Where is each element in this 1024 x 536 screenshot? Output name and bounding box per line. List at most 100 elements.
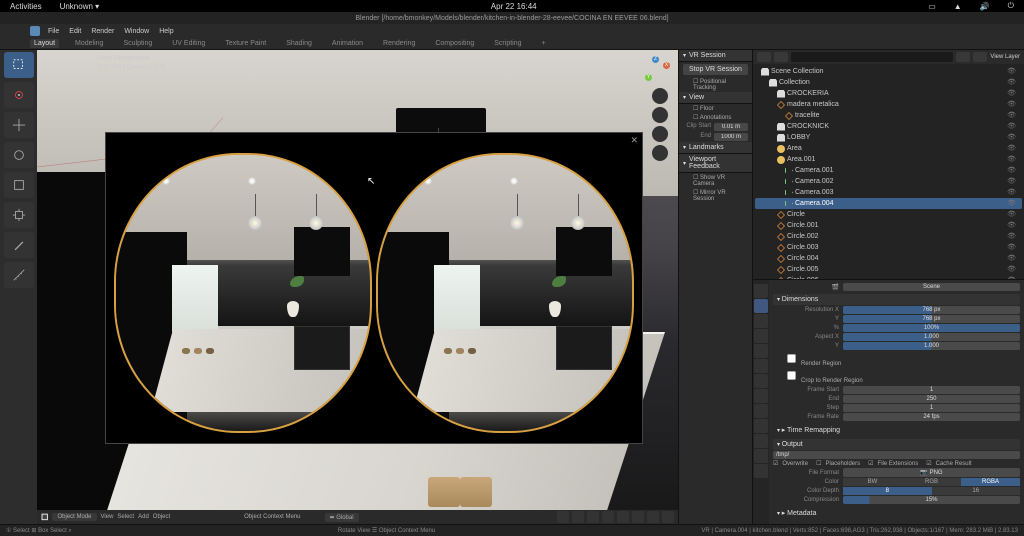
tool-cursor[interactable] xyxy=(4,82,34,108)
tab-anim[interactable]: Animation xyxy=(328,39,367,48)
ptab-texture[interactable] xyxy=(754,464,768,478)
vr-mirror-window[interactable]: ✕ xyxy=(105,132,643,444)
ptab-scene[interactable] xyxy=(754,329,768,343)
landmarks-header[interactable]: Landmarks xyxy=(679,142,752,154)
proportional-icon[interactable] xyxy=(572,511,584,523)
tab-uv[interactable]: UV Editing xyxy=(168,39,209,48)
menu-window[interactable]: Window xyxy=(124,28,149,35)
filter-icon[interactable] xyxy=(956,52,970,62)
tab-comp[interactable]: Compositing xyxy=(431,39,478,48)
cache-check[interactable]: ☑ xyxy=(926,460,931,467)
nav-gizmo[interactable]: ZXY xyxy=(642,56,670,84)
zoom-icon[interactable] xyxy=(652,88,668,104)
menu-help[interactable]: Help xyxy=(159,28,173,35)
fileext-check[interactable]: ☑ xyxy=(868,460,873,467)
aspy-input[interactable]: 1.000 xyxy=(843,342,1020,350)
color-toggle[interactable]: BWRGBRGBA xyxy=(843,478,1020,486)
tool-measure[interactable] xyxy=(4,262,34,288)
shading-matpreview-icon[interactable] xyxy=(647,511,659,523)
ptab-world[interactable] xyxy=(754,344,768,358)
persp-icon[interactable] xyxy=(652,145,668,161)
tree-node-circle[interactable]: Circle👁 xyxy=(755,209,1022,220)
placeholders-check[interactable]: ☐ xyxy=(816,460,821,467)
ptab-material[interactable] xyxy=(754,449,768,463)
tree-node-madera-metalica[interactable]: madera metalica👁 xyxy=(755,99,1022,110)
ptab-data[interactable] xyxy=(754,434,768,448)
clock[interactable]: Apr 22 16:44 xyxy=(491,2,537,11)
floor-check[interactable]: Floor xyxy=(679,104,752,113)
tree-node-circle-002[interactable]: Circle.002👁 xyxy=(755,231,1022,242)
fmt-select[interactable]: 📷 PNG xyxy=(843,468,1020,477)
activities[interactable]: Activities xyxy=(10,2,42,11)
xray-icon[interactable] xyxy=(602,511,614,523)
tab-script[interactable]: Scripting xyxy=(490,39,525,48)
volume-icon[interactable]: 🔊 xyxy=(980,2,990,11)
tree-node-camera-001[interactable]: Camera.001👁 xyxy=(755,165,1022,176)
show-vr-camera-check[interactable]: Show VR Camera xyxy=(679,173,752,188)
editor-type-icon[interactable] xyxy=(757,52,771,62)
annotations-check[interactable]: Annotations xyxy=(679,113,752,122)
orientation-select[interactable]: ⬌ Global xyxy=(325,513,359,522)
tool-annotate[interactable] xyxy=(4,232,34,258)
vr-view-header[interactable]: View xyxy=(679,92,752,104)
frate-input[interactable]: 24 fps xyxy=(843,413,1020,421)
depth-toggle[interactable]: 816 xyxy=(843,487,1020,495)
tab-texpaint[interactable]: Texture Paint xyxy=(221,39,270,48)
viewport-3d[interactable]: User Perspective (51) VR | Camera.004 ZX… xyxy=(37,50,678,536)
output-header[interactable]: Output xyxy=(773,439,1020,450)
menu-edit[interactable]: Edit xyxy=(69,28,81,35)
scene-name[interactable]: Scene xyxy=(843,283,1020,291)
ptab-constraint[interactable] xyxy=(754,419,768,433)
menu-object[interactable]: Object xyxy=(153,514,170,520)
tree-node-circle-005[interactable]: Circle.005👁 xyxy=(755,264,1022,275)
aspx-input[interactable]: 1.000 xyxy=(843,333,1020,341)
tab-sculpting[interactable]: Sculpting xyxy=(119,39,156,48)
tool-scale[interactable] xyxy=(4,172,34,198)
tree-node-area[interactable]: Area👁 xyxy=(755,143,1022,154)
tree-node-camera-004[interactable]: Camera.004👁 xyxy=(755,198,1022,209)
tool-select-box[interactable] xyxy=(4,52,34,78)
menu-file[interactable]: File xyxy=(48,28,59,35)
tree-node-tracelite[interactable]: tracelite👁 xyxy=(755,110,1022,121)
shading-rendered-icon[interactable] xyxy=(662,511,674,523)
comp-slider[interactable]: 15% xyxy=(843,496,1020,504)
tree-node-collection[interactable]: Collection👁 xyxy=(755,77,1022,88)
view-layer-label[interactable]: View Layer xyxy=(990,54,1020,60)
tree-node-circle-001[interactable]: Circle.001👁 xyxy=(755,220,1022,231)
ptab-output[interactable] xyxy=(754,299,768,313)
tool-rotate[interactable] xyxy=(4,142,34,168)
shading-wire-icon[interactable] xyxy=(617,511,629,523)
camera-icon[interactable] xyxy=(652,126,668,142)
ptab-modifier[interactable] xyxy=(754,374,768,388)
vr-session-header[interactable]: VR Session xyxy=(679,50,752,62)
time-remap-header[interactable]: ▸ Time Remapping xyxy=(773,424,1020,436)
menu-add[interactable]: Add xyxy=(138,514,149,520)
menu-render[interactable]: Render xyxy=(91,28,114,35)
dims-header[interactable]: Dimensions xyxy=(773,294,1020,305)
resy-input[interactable]: 768 px xyxy=(843,315,1020,323)
display-mode-icon[interactable] xyxy=(774,52,788,62)
tree-node-area-001[interactable]: Area.001👁 xyxy=(755,154,1022,165)
outliner-tree[interactable]: Scene Collection👁Collection👁CROCKERIA👁ma… xyxy=(753,64,1024,279)
shading-solid-icon[interactable] xyxy=(632,511,644,523)
app-menu[interactable]: Unknown ▾ xyxy=(60,2,100,11)
clip-start-input[interactable] xyxy=(714,123,748,131)
power-icon[interactable]: ⏻ xyxy=(1008,1,1014,11)
mode-select[interactable]: Object Mode xyxy=(52,513,96,521)
overlay-icon[interactable] xyxy=(587,511,599,523)
tree-node-scene-collection[interactable]: Scene Collection👁 xyxy=(755,66,1022,77)
tool-transform[interactable] xyxy=(4,202,34,228)
tree-node-circle-003[interactable]: Circle.003👁 xyxy=(755,242,1022,253)
tab-shading[interactable]: Shading xyxy=(282,39,316,48)
tab-layout[interactable]: Layout xyxy=(30,39,59,48)
crop-check[interactable]: Crop to Render Region xyxy=(773,368,1020,385)
render-region-check[interactable]: Render Region xyxy=(773,351,1020,368)
ptab-viewlayer[interactable] xyxy=(754,314,768,328)
overwrite-check[interactable]: ☑ xyxy=(773,460,778,467)
ptab-particles[interactable] xyxy=(754,389,768,403)
network-icon[interactable]: ▲ xyxy=(954,2,962,11)
tool-move[interactable] xyxy=(4,112,34,138)
pct-input[interactable]: 100% xyxy=(843,324,1020,332)
feedback-header[interactable]: Viewport Feedback xyxy=(679,154,752,173)
fstart-input[interactable]: 1 xyxy=(843,386,1020,394)
